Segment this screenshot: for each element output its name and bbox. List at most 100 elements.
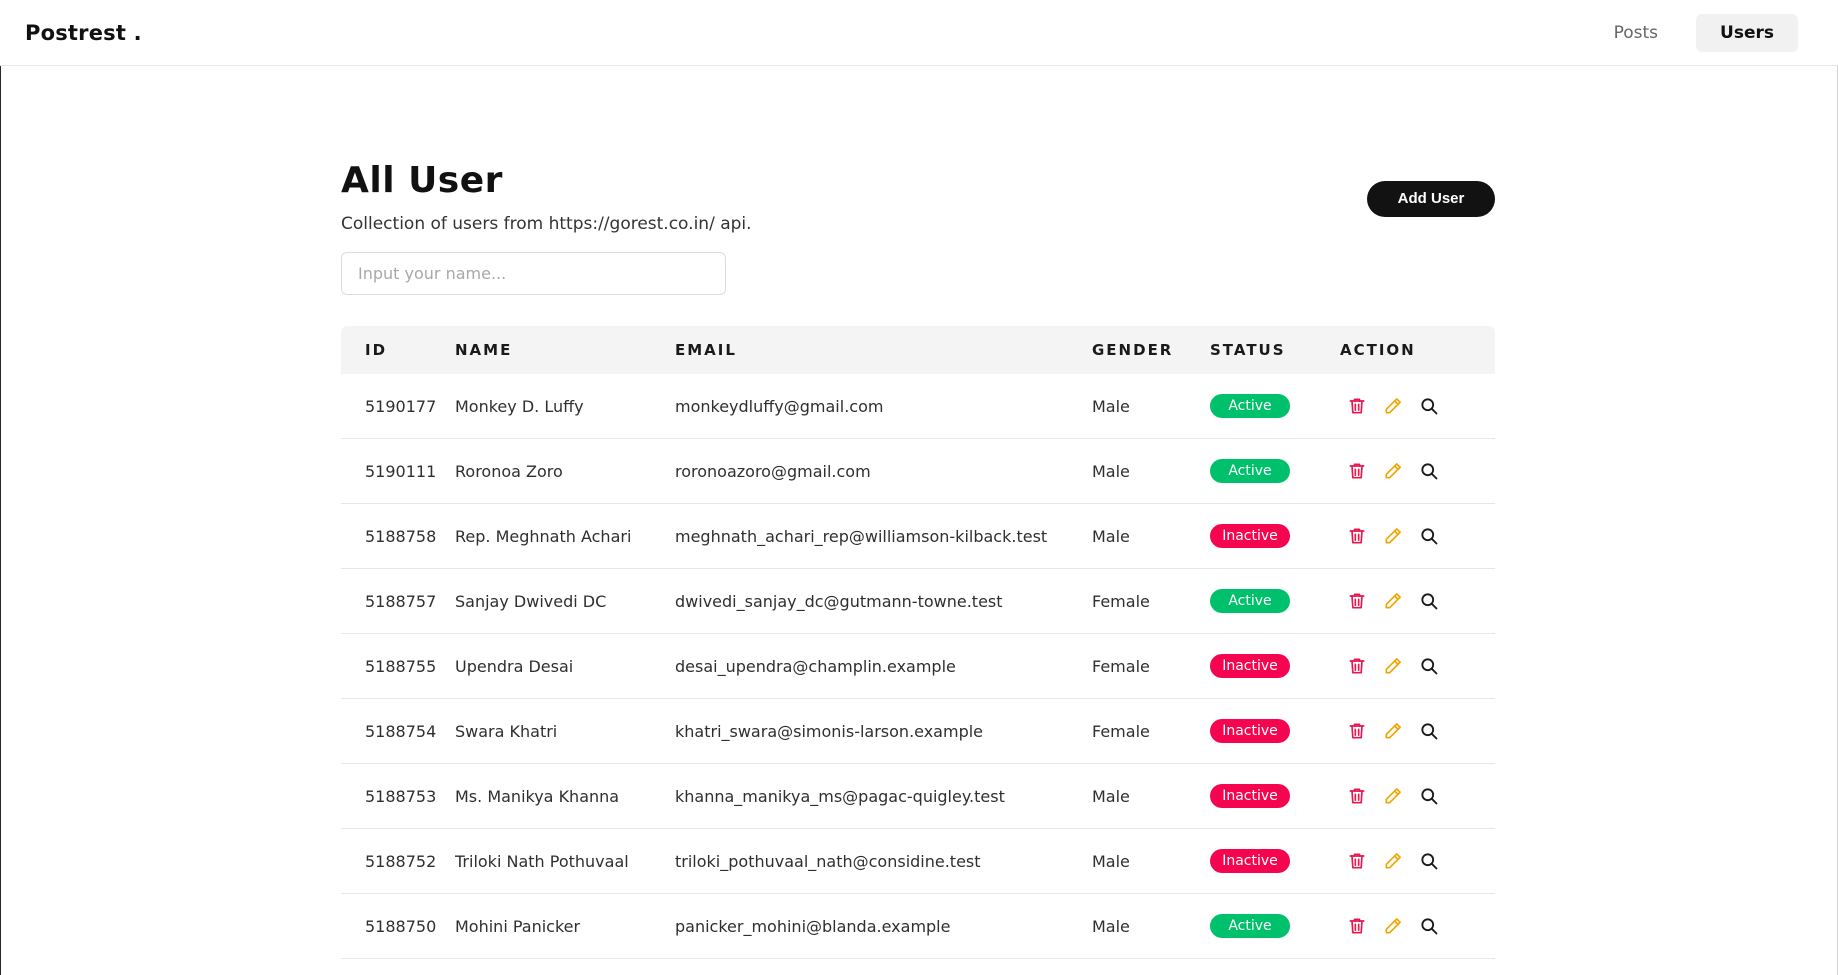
status-cell: Inactive	[1210, 849, 1340, 873]
status-badge: Inactive	[1210, 849, 1290, 873]
column-header-gender: GENDER	[1092, 341, 1174, 359]
search-icon[interactable]	[1418, 395, 1440, 417]
user-id: 5188750	[365, 916, 437, 936]
user-email: panicker_mohini@blanda.example	[675, 916, 951, 936]
user-name: Triloki Nath Pothuvaal	[455, 851, 629, 871]
user-gender: Male	[1092, 786, 1130, 806]
status-cell: Inactive	[1210, 654, 1340, 678]
pencil-icon[interactable]	[1382, 525, 1404, 547]
page-subtitle: Collection of users from https://gorest.…	[341, 214, 752, 234]
status-cell: Active	[1210, 459, 1340, 483]
pencil-icon[interactable]	[1382, 850, 1404, 872]
trash-icon[interactable]	[1346, 590, 1368, 612]
pencil-icon[interactable]	[1382, 915, 1404, 937]
user-id: 5190177	[365, 396, 437, 416]
table-row: 5188757 Sanjay Dwivedi DC dwivedi_sanjay…	[341, 569, 1495, 634]
user-email: triloki_pothuvaal_nath@considine.test	[675, 851, 981, 871]
table-row: 5188755 Upendra Desai desai_upendra@cham…	[341, 634, 1495, 699]
user-name: Mohini Panicker	[455, 916, 581, 936]
user-id: 5188754	[365, 721, 437, 741]
user-gender: Male	[1092, 461, 1130, 481]
user-email: desai_upendra@champlin.example	[675, 656, 956, 676]
table-body: 5190177 Monkey D. Luffy monkeydluffy@gma…	[341, 374, 1495, 959]
trash-icon[interactable]	[1346, 785, 1368, 807]
user-name: Roronoa Zoro	[455, 461, 563, 481]
search-icon[interactable]	[1418, 525, 1440, 547]
pencil-icon[interactable]	[1382, 395, 1404, 417]
row-actions	[1340, 850, 1495, 872]
status-cell: Active	[1210, 394, 1340, 418]
trash-icon[interactable]	[1346, 850, 1368, 872]
status-badge: Active	[1210, 914, 1290, 938]
main-nav: Posts Users	[1590, 14, 1798, 52]
table-row: 5188758 Rep. Meghnath Achari meghnath_ac…	[341, 504, 1495, 569]
user-name: Ms. Manikya Khanna	[455, 786, 620, 806]
nav-users[interactable]: Users	[1696, 14, 1798, 52]
search-icon[interactable]	[1418, 915, 1440, 937]
user-email: khatri_swara@simonis-larson.example	[675, 721, 984, 741]
row-actions	[1340, 785, 1495, 807]
status-cell: Inactive	[1210, 524, 1340, 548]
user-email: dwivedi_sanjay_dc@gutmann-towne.test	[675, 591, 1003, 611]
status-badge: Active	[1210, 459, 1290, 483]
column-header-status: STATUS	[1210, 341, 1286, 359]
pencil-icon[interactable]	[1382, 590, 1404, 612]
trash-icon[interactable]	[1346, 655, 1368, 677]
search-name-input[interactable]	[341, 252, 726, 295]
row-actions	[1340, 915, 1495, 937]
user-gender: Male	[1092, 526, 1130, 546]
status-cell: Active	[1210, 914, 1340, 938]
trash-icon[interactable]	[1346, 525, 1368, 547]
status-badge: Inactive	[1210, 784, 1290, 808]
search-icon[interactable]	[1418, 655, 1440, 677]
row-actions	[1340, 395, 1495, 417]
user-email: khanna_manikya_ms@pagac-quigley.test	[675, 786, 1005, 806]
pencil-icon[interactable]	[1382, 655, 1404, 677]
user-id: 5188752	[365, 851, 437, 871]
search-icon[interactable]	[1418, 590, 1440, 612]
table-header: ID NAME EMAIL GENDER STATUS ACTION	[341, 326, 1495, 374]
user-gender: Female	[1092, 721, 1150, 741]
row-actions	[1340, 655, 1495, 677]
search-icon[interactable]	[1418, 850, 1440, 872]
status-cell: Active	[1210, 589, 1340, 613]
table-row: 5188752 Triloki Nath Pothuvaal triloki_p…	[341, 829, 1495, 894]
brand-logo[interactable]: Postrest .	[25, 21, 142, 45]
table-row: 5188754 Swara Khatri khatri_swara@simoni…	[341, 699, 1495, 764]
nav-posts[interactable]: Posts	[1590, 14, 1682, 52]
user-name: Rep. Meghnath Achari	[455, 526, 632, 546]
status-badge: Active	[1210, 589, 1290, 613]
trash-icon[interactable]	[1346, 395, 1368, 417]
user-id: 5188758	[365, 526, 437, 546]
row-actions	[1340, 720, 1495, 742]
trash-icon[interactable]	[1346, 915, 1368, 937]
user-email: monkeydluffy@gmail.com	[675, 396, 884, 416]
column-header-name: NAME	[455, 341, 513, 359]
table-row: 5188753 Ms. Manikya Khanna khanna_maniky…	[341, 764, 1495, 829]
pencil-icon[interactable]	[1382, 460, 1404, 482]
user-name: Sanjay Dwivedi DC	[455, 591, 607, 611]
status-badge: Active	[1210, 394, 1290, 418]
user-id: 5190111	[365, 461, 437, 481]
trash-icon[interactable]	[1346, 720, 1368, 742]
user-gender: Male	[1092, 396, 1130, 416]
search-icon[interactable]	[1418, 720, 1440, 742]
status-badge: Inactive	[1210, 719, 1290, 743]
users-table: ID NAME EMAIL GENDER STATUS ACTION 51901…	[341, 326, 1495, 959]
user-id: 5188755	[365, 656, 437, 676]
pencil-icon[interactable]	[1382, 785, 1404, 807]
user-gender: Female	[1092, 656, 1150, 676]
search-icon[interactable]	[1418, 785, 1440, 807]
trash-icon[interactable]	[1346, 460, 1368, 482]
user-gender: Male	[1092, 851, 1130, 871]
add-user-button[interactable]: Add User	[1367, 181, 1495, 217]
table-row: 5190111 Roronoa Zoro roronoazoro@gmail.c…	[341, 439, 1495, 504]
user-email: meghnath_achari_rep@williamson-kilback.t…	[675, 526, 1048, 546]
user-id: 5188757	[365, 591, 437, 611]
search-icon[interactable]	[1418, 460, 1440, 482]
pencil-icon[interactable]	[1382, 720, 1404, 742]
column-header-email: EMAIL	[675, 341, 737, 359]
page-title: All User	[341, 160, 503, 201]
user-gender: Female	[1092, 591, 1150, 611]
row-actions	[1340, 525, 1495, 547]
